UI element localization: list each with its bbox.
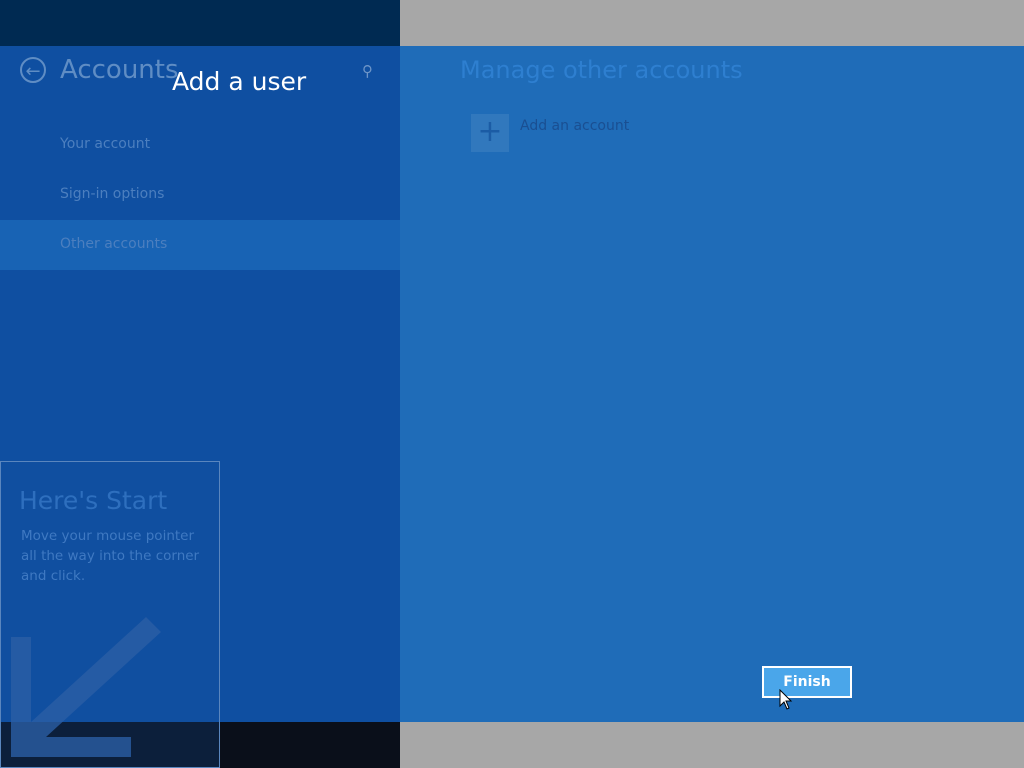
hint-title: Here's Start: [19, 486, 168, 515]
top-bar-right: [400, 0, 1024, 46]
finish-button[interactable]: Finish: [762, 666, 852, 698]
nav-item-other-accounts[interactable]: Other accounts: [60, 236, 167, 252]
corner-arrow-icon: [11, 617, 161, 757]
start-hint-tooltip: Here's Start Move your mouse pointer all…: [0, 461, 220, 768]
app-title: Accounts: [60, 55, 179, 85]
mouse-pointer-icon: [779, 689, 793, 710]
hint-text: Move your mouse pointer all the way into…: [21, 528, 200, 584]
back-arrow-icon[interactable]: ←: [20, 57, 46, 83]
wizard-heading: Add a user: [172, 67, 307, 96]
bottom-bar-right: [400, 722, 1024, 768]
top-bar-left: [0, 0, 400, 46]
nav-item-sign-in-options[interactable]: Sign-in options: [60, 186, 164, 202]
section-title: Manage other accounts: [460, 56, 743, 84]
add-account-plus-icon[interactable]: +: [471, 114, 509, 152]
add-account-link[interactable]: Add an account: [520, 118, 629, 134]
search-icon[interactable]: ⚲: [362, 62, 378, 80]
nav-item-your-account[interactable]: Your account: [60, 136, 150, 152]
